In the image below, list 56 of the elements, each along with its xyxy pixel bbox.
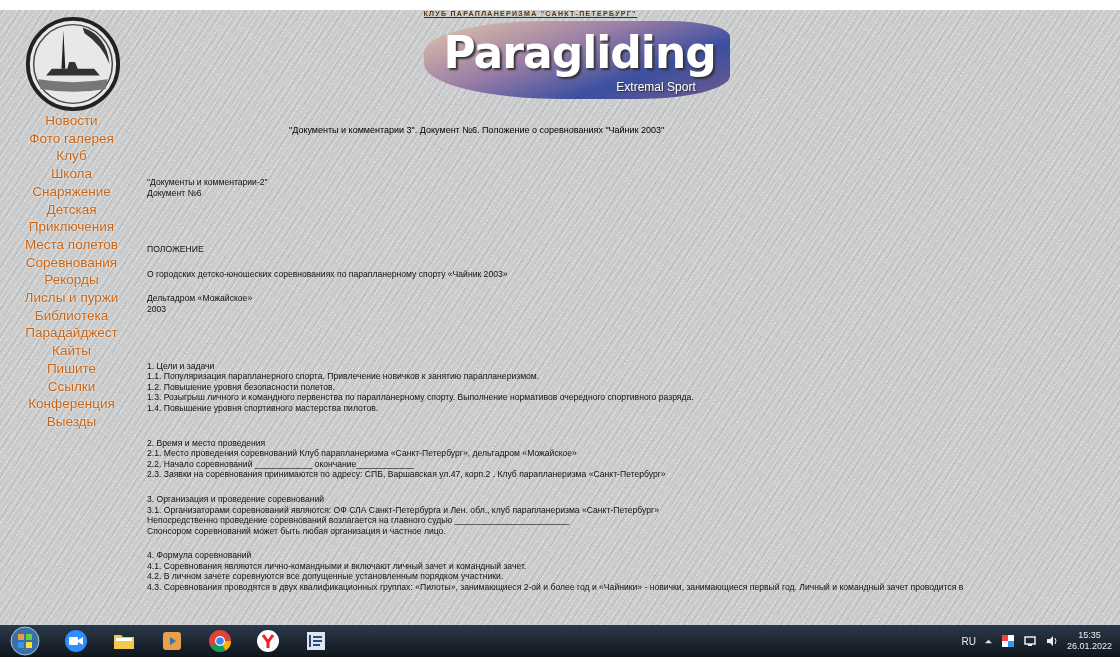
media-player-icon[interactable] [160, 629, 184, 653]
clock-date[interactable]: 26.01.2022 [1066, 641, 1112, 652]
document-text-line: 2.2. Начало соревнований ____________ окончание____________ [147, 458, 415, 470]
document-text-line: 1.1. Популяризация парапланерного спорта. Привлечение новичков к занятию парапланеризмом. [147, 371, 541, 382]
nav-link[interactable]: Выезды [46, 412, 97, 431]
document-text-line: 4.3. Соревнования проводятся в двух квалификационных группах: «Пилоты», занимающиеся 2-ой и более год и «Чайники» - новички, занимающиеся первый год. Личный и командный зачет проводится в [147, 582, 965, 593]
document-text-line: О городских детско-юношеских соревнованиях по парапланерному спорту «Чайник 2003» [147, 268, 509, 280]
logo-subtitle: Extremal Sport [616, 79, 696, 95]
logo-title: Paragliding [443, 27, 716, 79]
nav-link[interactable]: Приключения [28, 218, 115, 236]
nav-link[interactable]: Соревнования [25, 253, 118, 272]
nav-link[interactable]: Парадайджест [25, 324, 118, 343]
nav-link[interactable]: Новости [45, 112, 98, 130]
document-text-line: 1. Цели и задачи [147, 360, 216, 372]
document-text-line: ПОЛОЖЕНИЕ [147, 244, 205, 255]
nav-link[interactable]: Ссылки [47, 377, 96, 396]
document-text-line: 3. Организация и проведение соревнований [147, 493, 326, 505]
document-text-line: Документ №6 [147, 187, 203, 199]
nav-link[interactable]: Пишите [46, 359, 97, 378]
document-text-line: 1.4. Повышение уровня спортивного мастерства пилотов. [147, 402, 380, 414]
nav-link[interactable]: Кайты [52, 342, 91, 360]
page-title: "Документы и комментарии 3". Документ №6. Положение о соревнованиях "Чайник 2003" [288, 125, 666, 135]
document-text-line: 3.1. Организаторами соревнований являются: ОФ СЛА Санкт-Петербурга и Лен. обл., клуб парапланеризма «Санкт-Петербург» [147, 504, 660, 516]
document-app-icon[interactable] [304, 629, 328, 653]
browser-y-icon[interactable] [256, 629, 280, 653]
nav-link[interactable]: Конференция [28, 395, 115, 413]
nav-link[interactable]: Библиотека [34, 306, 109, 325]
start-button-icon[interactable] [10, 626, 40, 656]
document-text-line: 2.1. Место проведения соревнований Клуб парапланеризма «Санкт-Петербург», дельтадром «Можайское» [147, 448, 578, 459]
document-text-line: Дельтадром «Можайское» [147, 293, 254, 304]
document-text-line: Непосредственно проведение соревнований возлагается на главного судью ________________________ [147, 515, 571, 526]
nav-link[interactable]: Детская [46, 200, 97, 219]
speaker-icon[interactable] [1044, 634, 1059, 648]
chrome-browser-icon[interactable] [208, 629, 232, 653]
document-text-line: 2003 [147, 303, 168, 315]
nav-link[interactable]: Клуб [56, 147, 87, 166]
document-text-line: 2. Время и место проведения [147, 437, 267, 449]
fortress-emblem-icon [24, 16, 121, 112]
language-indicator[interactable]: RU [961, 635, 976, 647]
nav-link[interactable]: Лислы и пуржи [24, 289, 119, 307]
document-text-line: 2.3. Заявки на соревнования принимаются по адресу: СПБ, Варшавская ул.47, корп.2 . Клуб парапланеризма «Санкт-Петербург» [147, 469, 667, 480]
document-text-line: 4. Формула соревнований [147, 550, 253, 561]
nav-link[interactable]: Рекорды [44, 271, 99, 290]
nav-link[interactable]: Школа [50, 165, 92, 183]
nav-link[interactable]: Снаряжение [32, 182, 111, 201]
video-camera-icon[interactable] [64, 629, 88, 653]
document-text-line: 1.2. Повышение уровня безопасности полетов. [147, 381, 336, 393]
document-text-line: 4.2. В личном зачете соревнуются все допущенные установленным порядком участники. [147, 571, 505, 583]
document-text-line: 4.1. Соревнования являются лично-командными и включают личный зачет и командный зачет. [147, 560, 528, 572]
nav-link[interactable]: Места полетов [24, 235, 119, 254]
document-text-line: Спонсором соревнований может быть любая организация и частное лицо. [147, 525, 447, 537]
document-text-line: 1.3. Розыгрыш личного и командного первенства по парапланерному спорту. Выполнение нормативов очередного спортивного разряда. [147, 392, 695, 403]
clock-time[interactable]: 15:35 [1078, 630, 1101, 641]
document-text-line: "Документы и комментарии-2" [147, 177, 269, 188]
nav-link[interactable]: Фото галерея [29, 129, 114, 148]
flag-icon[interactable] [1000, 634, 1015, 648]
